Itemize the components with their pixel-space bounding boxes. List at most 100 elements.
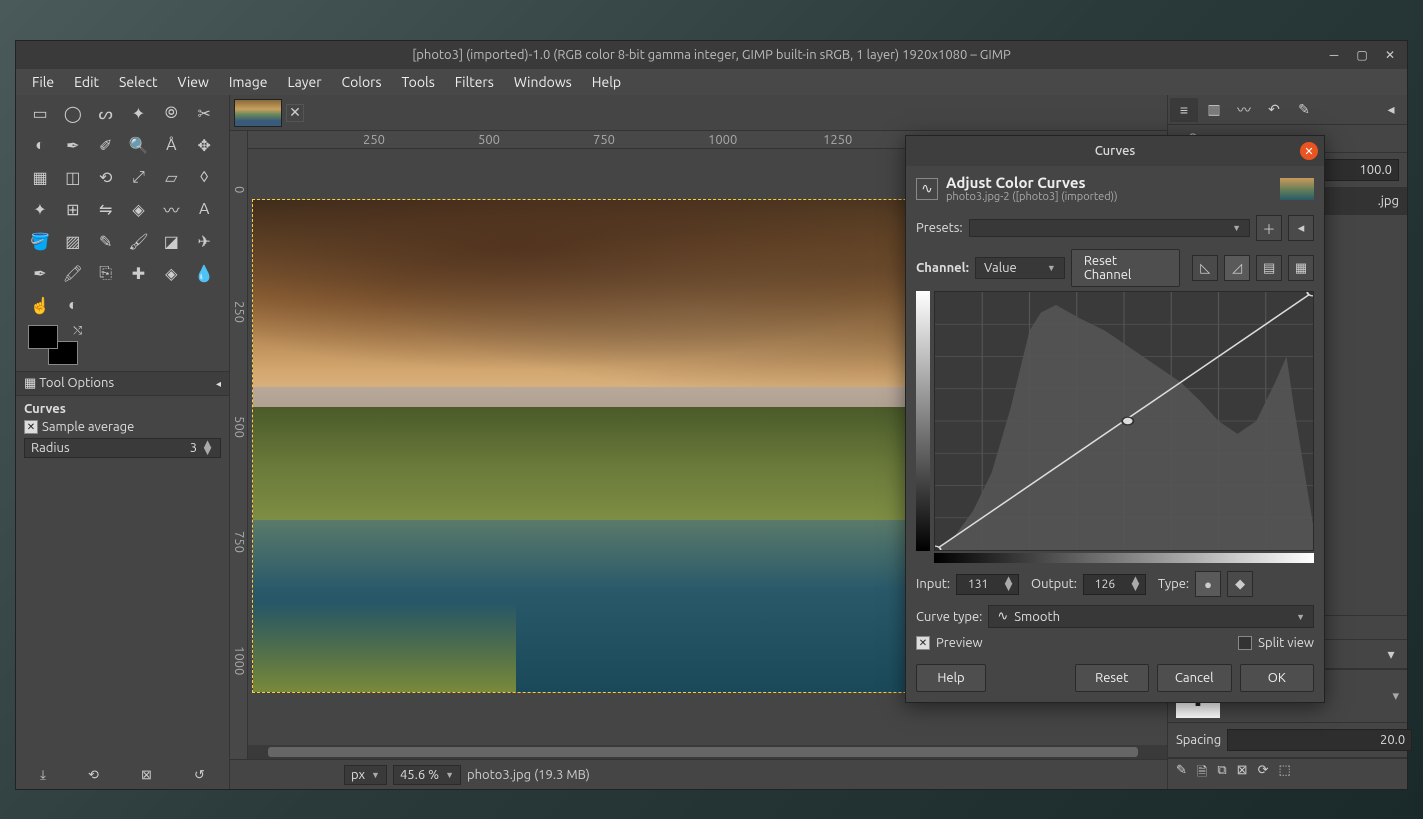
reset-button[interactable]: Reset <box>1075 664 1150 692</box>
align-tool[interactable]: ▦ <box>26 163 54 191</box>
histogram-mode2-button[interactable]: ▦ <box>1288 255 1314 281</box>
scale-tool[interactable]: ⤢ <box>125 163 153 191</box>
gradients-tab-icon[interactable]: 〰 <box>1230 98 1258 122</box>
crop-tool[interactable]: ◫ <box>59 163 87 191</box>
zoom-tool[interactable]: 🔍 <box>125 131 153 159</box>
lasso-tool[interactable]: ᔕ <box>92 99 120 127</box>
delete-brush-icon[interactable]: ⊠ <box>1237 763 1248 785</box>
cancel-button[interactable]: Cancel <box>1157 664 1232 692</box>
airbrush-tool[interactable]: ✈ <box>190 227 218 255</box>
warp-tool[interactable]: 〰 <box>157 195 185 223</box>
input-value-field[interactable]: ▲▼ <box>956 574 1019 595</box>
new-brush-icon[interactable]: 🗎 <box>1197 763 1207 785</box>
histogram-mode1-button[interactable]: ▤ <box>1256 255 1282 281</box>
paintbrush-tool[interactable]: 🖌 <box>125 227 153 255</box>
close-button[interactable]: ✕ <box>1377 44 1403 66</box>
move-tool[interactable]: ✥ <box>190 131 218 159</box>
preset-menu-button[interactable]: ◂ <box>1288 215 1314 241</box>
horizontal-scrollbar[interactable] <box>248 745 1167 759</box>
patterns-tab-icon[interactable]: ▥ <box>1200 98 1228 122</box>
dock-menu-icon[interactable]: ◂ <box>216 378 221 390</box>
menu-filters[interactable]: Filters <box>447 70 502 94</box>
menu-image[interactable]: Image <box>221 70 276 94</box>
presets-combo[interactable]: ▼ <box>969 219 1250 237</box>
curves-close-button[interactable]: ✕ <box>1300 142 1318 160</box>
eraser-tool[interactable]: ◪ <box>157 227 185 255</box>
foreground-select-tool[interactable]: ◐ <box>26 131 54 159</box>
save-tool-preset-icon[interactable]: ⤓ <box>40 768 46 783</box>
swap-colors-icon[interactable]: ⤭ <box>73 325 82 338</box>
curves-titlebar[interactable]: Curves ✕ <box>906 136 1324 166</box>
dodge-tool[interactable]: ◐ <box>59 291 87 319</box>
image-tab-thumbnail[interactable] <box>234 99 282 127</box>
refresh-brushes-icon[interactable]: ⟳ <box>1258 763 1269 785</box>
unified-transform-tool[interactable]: ✦ <box>26 195 54 223</box>
clone-tool[interactable]: ⎘ <box>92 259 120 287</box>
perspective-tool[interactable]: ◊ <box>190 163 218 191</box>
menu-windows[interactable]: Windows <box>506 70 580 94</box>
menu-layer[interactable]: Layer <box>279 70 329 94</box>
shear-tool[interactable]: ▱ <box>157 163 185 191</box>
menu-colors[interactable]: Colors <box>334 70 390 94</box>
brush-menu-icon[interactable]: ▾ <box>1392 689 1399 704</box>
edit-brush-icon[interactable]: ✎ <box>1176 763 1187 785</box>
menu-edit[interactable]: Edit <box>66 70 107 94</box>
restore-tool-preset-icon[interactable]: ⟲ <box>88 768 99 783</box>
flip-tool[interactable]: ⇋ <box>92 195 120 223</box>
rect-select-tool[interactable]: ▭ <box>26 99 54 127</box>
add-preset-button[interactable]: ＋ <box>1256 215 1282 241</box>
pencil-tool[interactable]: ✎ <box>92 227 120 255</box>
reset-tool-options-icon[interactable]: ↺ <box>194 768 205 783</box>
smudge-tool[interactable]: ☝ <box>26 291 54 319</box>
sample-average-checkbox[interactable]: ✕ <box>24 420 38 434</box>
maximize-button[interactable]: ▢ <box>1349 44 1375 66</box>
point-type-corner[interactable]: ◆ <box>1227 571 1253 597</box>
channel-combo[interactable]: Value▼ <box>975 257 1065 279</box>
menu-help[interactable]: Help <box>584 70 629 94</box>
ellipse-select-tool[interactable]: ◯ <box>59 99 87 127</box>
undo-history-tab-icon[interactable]: ↶ <box>1260 98 1288 122</box>
curve-type-combo[interactable]: ∿ Smooth▼ <box>988 605 1314 628</box>
titlebar[interactable]: [photo3] (imported)-1.0 (RGB color 8-bit… <box>16 41 1407 69</box>
brushes-tab-icon[interactable]: ≡ <box>1170 98 1198 122</box>
bucket-fill-tool[interactable]: 🪣 <box>26 227 54 255</box>
preview-checkbox[interactable]: ✕ <box>916 636 930 650</box>
scissors-tool[interactable]: ✂ <box>190 99 218 127</box>
by-color-select-tool[interactable]: ⦾ <box>157 99 185 127</box>
image-tab-close[interactable]: ✕ <box>286 104 304 122</box>
dock-config-icon[interactable]: ◂ <box>1377 98 1405 122</box>
radius-field[interactable]: Radius 3 ▲▼ <box>24 438 221 458</box>
blur-tool[interactable]: 💧 <box>190 259 218 287</box>
reset-channel-button[interactable]: Reset Channel <box>1071 249 1180 287</box>
cage-tool[interactable]: ◈ <box>125 195 153 223</box>
menu-tools[interactable]: Tools <box>394 70 443 94</box>
radius-down[interactable]: ▼ <box>201 448 214 455</box>
zoom-selector[interactable]: 45.6 %▼ <box>393 765 461 785</box>
heal-tool[interactable]: ✚ <box>125 259 153 287</box>
menu-file[interactable]: File <box>24 70 62 94</box>
fg-bg-colors[interactable]: ⤭ <box>28 325 82 365</box>
perspective-clone-tool[interactable]: ◈ <box>157 259 185 287</box>
open-as-image-icon[interactable]: ⬚ <box>1278 763 1290 785</box>
vertical-ruler[interactable]: 0 250 500 750 1000 <box>230 131 248 759</box>
delete-tool-preset-icon[interactable]: ⊠ <box>141 768 152 783</box>
fuzzy-select-tool[interactable]: ✦ <box>125 99 153 127</box>
paint-dynamics-tab-icon[interactable]: ✎ <box>1290 98 1318 122</box>
unit-selector[interactable]: px▼ <box>344 765 387 785</box>
duplicate-brush-icon[interactable]: ⧉ <box>1217 763 1226 785</box>
help-button[interactable]: Help <box>916 664 986 692</box>
handle-transform-tool[interactable]: ⊞ <box>59 195 87 223</box>
text-tool[interactable]: A <box>190 195 218 223</box>
point-type-smooth[interactable]: ● <box>1195 571 1221 597</box>
rotate-tool[interactable]: ⟲ <box>92 163 120 191</box>
log-histogram-button[interactable]: ◿ <box>1224 255 1250 281</box>
spacing-input[interactable] <box>1227 729 1412 751</box>
ok-button[interactable]: OK <box>1240 664 1315 692</box>
color-picker-tool[interactable]: ✐ <box>92 131 120 159</box>
tool-options-dock-header[interactable]: ▦ Tool Options ◂ <box>16 371 229 396</box>
menu-select[interactable]: Select <box>111 70 165 94</box>
fg-color-swatch[interactable] <box>28 325 58 349</box>
mypaint-tool[interactable]: 🖍 <box>59 259 87 287</box>
ink-tool[interactable]: ✒ <box>26 259 54 287</box>
menu-view[interactable]: View <box>169 70 216 94</box>
